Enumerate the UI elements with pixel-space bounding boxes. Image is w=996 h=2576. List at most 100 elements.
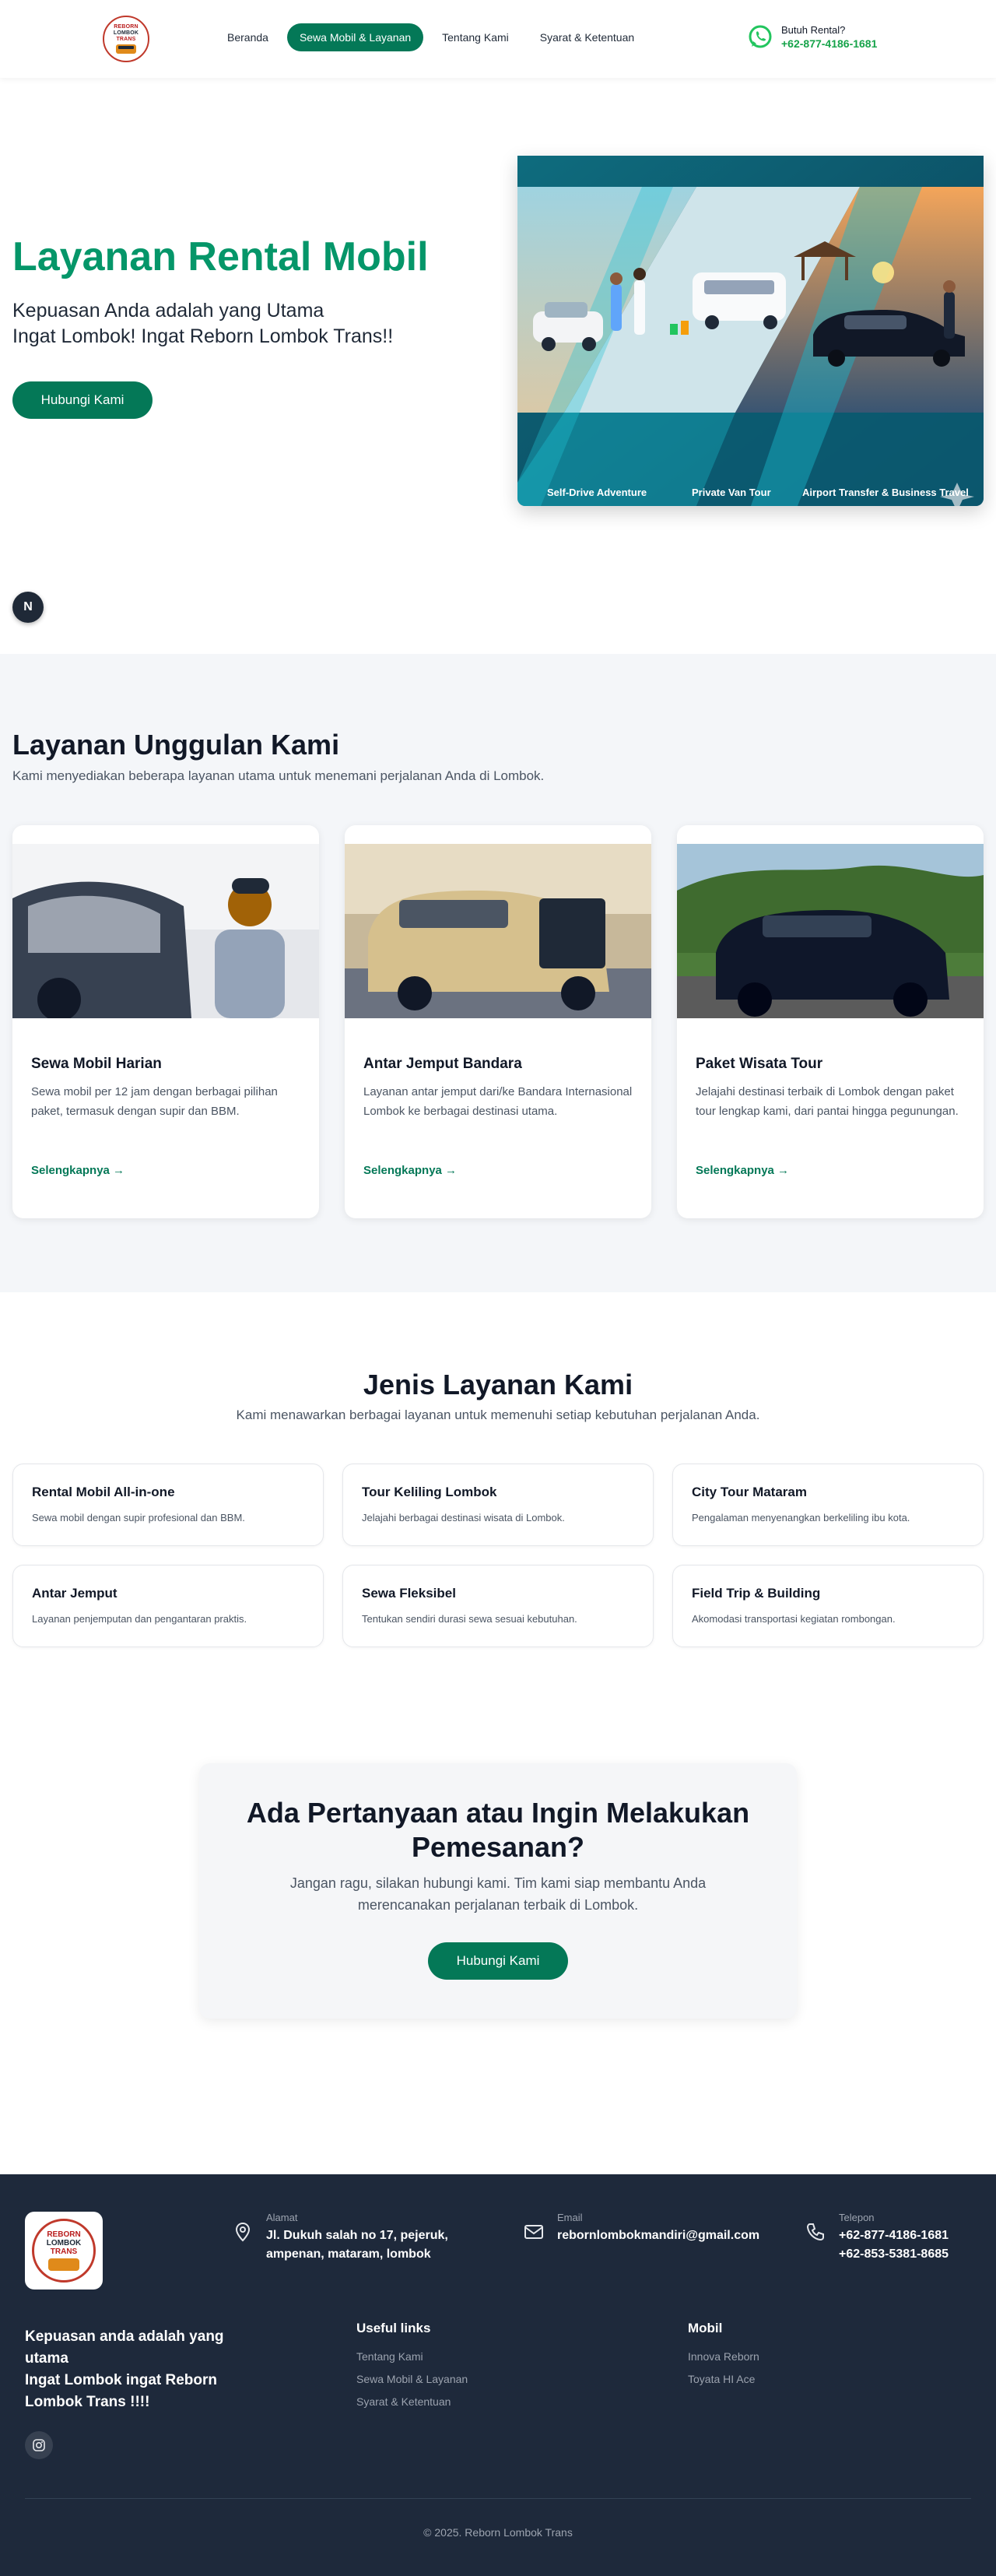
map-pin-icon	[235, 2222, 251, 2242]
footer-link-innova[interactable]: Innova Reborn	[688, 2350, 759, 2363]
logo-text-lombok: LOMBOK	[113, 30, 139, 36]
hero-subtitle: Kepuasan Anda adalah yang Utama Ingat Lo…	[12, 298, 393, 350]
address-label: Alamat	[266, 2212, 298, 2223]
footer-logo-badge: REBORN LOMBOK TRANS	[32, 2219, 96, 2283]
type-card-city-tour[interactable]: City Tour Mataram Pengalaman menyenangka…	[672, 1464, 984, 1546]
footer-link-hiace[interactable]: Toyata HI Ace	[688, 2373, 759, 2385]
footer-tagline-line4: Lombok Trans !!!!	[25, 2394, 150, 2410]
footer-email: Email rebornlombokmandiri@gmail.com	[523, 2212, 759, 2245]
cta-title-line1: Ada Pertanyaan atau Ingin Melakukan	[246, 1797, 750, 1829]
bus-icon	[116, 44, 136, 54]
type-card-desc: Pengalaman menyenangkan berkeliling ibu …	[692, 1512, 910, 1523]
address-line2: ampenan, mataram, lombok	[266, 2247, 431, 2261]
type-card-sewa-fleksibel[interactable]: Sewa Fleksibel Tentukan sendiri durasi s…	[342, 1565, 654, 1647]
types-subtitle: Kami menawarkan berbagai layanan untuk m…	[236, 1407, 760, 1422]
type-card-title: Tour Keliling Lombok	[362, 1485, 497, 1499]
logo-text-trans: TRANS	[50, 2247, 78, 2256]
banner-caption-private-van: Private Van Tour	[692, 487, 771, 498]
types-title: Jenis Layanan Kami	[363, 1369, 633, 1400]
nav-item-sewa-mobil-layanan[interactable]: Sewa Mobil & Layanan	[286, 23, 424, 51]
service-card-airport-transfer[interactable]: Antar Jemput Bandara Layanan antar jempu…	[345, 825, 651, 1218]
service-card-link[interactable]: Selengkapnya →	[696, 1164, 789, 1177]
whatsapp-icon	[749, 25, 772, 48]
service-types-section: Jenis Layanan Kami Kami menawarkan berba…	[0, 1292, 996, 1728]
footer-link-sewa-mobil[interactable]: Sewa Mobil & Layanan	[356, 2373, 468, 2385]
hero-banner-image: Self-Drive Adventure Private Van Tour Ai…	[517, 156, 984, 506]
contact-label: Butuh Rental?	[781, 23, 846, 36]
navbar: REBORN LOMBOK TRANS Beranda Sewa Mobil &…	[0, 0, 996, 78]
type-card-title: City Tour Mataram	[692, 1485, 807, 1499]
featured-services-section: Layanan Unggulan Kami Kami menyediakan b…	[0, 654, 996, 1292]
type-card-antar-jemput[interactable]: Antar Jemput Layanan penjemputan dan pen…	[12, 1565, 324, 1647]
instagram-button[interactable]	[25, 2431, 53, 2459]
phone-value-1[interactable]: +62-877-4186-1681	[839, 2226, 949, 2245]
footer-logo[interactable]: REBORN LOMBOK TRANS	[25, 2212, 103, 2290]
service-image-daily-rental	[12, 844, 319, 1018]
service-card-desc: Layanan antar jemput dari/ke Bandara Int…	[363, 1085, 633, 1118]
service-card-title: Paket Wisata Tour	[696, 1056, 823, 1072]
type-card-title: Rental Mobil All-in-one	[32, 1485, 175, 1499]
service-card-title: Antar Jemput Bandara	[363, 1056, 522, 1072]
type-card-all-in-one[interactable]: Rental Mobil All-in-one Sewa mobil denga…	[12, 1464, 324, 1546]
logo-text-reborn: REBORN	[114, 24, 139, 30]
banner-caption-airport-transfer: Airport Transfer & Business Travel	[802, 487, 969, 498]
nav-contact[interactable]: Butuh Rental? +62-877-4186-1681	[747, 23, 877, 50]
logo-text-lombok: LOMBOK	[46, 2239, 82, 2247]
logo-text-trans: TRANS	[116, 37, 136, 42]
service-card-desc: Sewa mobil per 12 jam dengan berbagai pi…	[31, 1085, 278, 1118]
type-card-field-trip[interactable]: Field Trip & Building Akomodasi transpor…	[672, 1565, 984, 1647]
email-value[interactable]: rebornlombokmandiri@gmail.com	[557, 2226, 759, 2245]
contact-phone[interactable]: +62-877-4186-1681	[781, 37, 877, 50]
service-card-link[interactable]: Selengkapnya →	[31, 1164, 124, 1177]
hero-title: Layanan Rental Mobil	[12, 234, 429, 279]
footer-tagline-line2: utama	[25, 2350, 68, 2367]
service-card-link[interactable]: Selengkapnya →	[363, 1164, 457, 1177]
nav-item-tentang-kami[interactable]: Tentang Kami	[430, 23, 521, 51]
footer-divider	[25, 2498, 971, 2499]
type-card-tour-keliling[interactable]: Tour Keliling Lombok Jelajahi berbagai d…	[342, 1464, 654, 1546]
footer-copyright: © 2025. Reborn Lombok Trans	[423, 2526, 573, 2539]
type-card-desc: Jelajahi berbagai destinasi wisata di Lo…	[362, 1512, 565, 1523]
type-card-title: Antar Jemput	[32, 1586, 117, 1601]
service-image-tour-package	[677, 844, 984, 1018]
services-title: Layanan Unggulan Kami	[12, 729, 340, 761]
hero-subtitle-line1: Kepuasan Anda adalah yang Utama	[12, 300, 324, 322]
useful-links-title: Useful links	[356, 2321, 431, 2335]
email-label: Email	[557, 2212, 583, 2223]
cta-contact-button[interactable]: Hubungi Kami	[428, 1942, 568, 1980]
phone-value-2[interactable]: +62-853-5381-8685	[839, 2245, 949, 2264]
footer-link-syarat[interactable]: Syarat & Ketentuan	[356, 2395, 468, 2408]
instagram-icon	[33, 2439, 45, 2451]
hero-contact-button[interactable]: Hubungi Kami	[12, 381, 153, 419]
address-line1: Jl. Dukuh salah no 17, pejeruk,	[266, 2229, 448, 2242]
footer: REBORN LOMBOK TRANS Alamat Jl. Dukuh sal…	[0, 2174, 996, 2576]
footer-link-tentang-kami[interactable]: Tentang Kami	[356, 2350, 468, 2363]
services-subtitle: Kami menyediakan beberapa layanan utama …	[12, 768, 545, 783]
brand-logo[interactable]: REBORN LOMBOK TRANS	[103, 16, 149, 62]
cta-title: Ada Pertanyaan atau Ingin Melakukan Peme…	[199, 1796, 797, 1864]
type-card-title: Sewa Fleksibel	[362, 1586, 456, 1601]
type-card-desc: Sewa mobil dengan supir profesional dan …	[32, 1512, 245, 1523]
hero-section: Layanan Rental Mobil Kepuasan Anda adala…	[0, 78, 996, 654]
nav-item-beranda[interactable]: Beranda	[215, 23, 281, 51]
service-card-title: Sewa Mobil Harian	[31, 1056, 162, 1072]
hero-subtitle-line2: Ingat Lombok! Ingat Reborn Lombok Trans!…	[12, 325, 394, 347]
service-image-airport-transfer	[345, 844, 651, 1018]
cta-title-line2: Pemesanan?	[411, 1831, 585, 1863]
type-card-desc: Layanan penjemputan dan pengantaran prak…	[32, 1613, 247, 1625]
type-card-desc: Akomodasi transportasi kegiatan rombonga…	[692, 1613, 896, 1625]
footer-tagline-line1: Kepuasan anda adalah yang	[25, 2328, 224, 2345]
nextjs-badge-icon[interactable]: N	[12, 592, 44, 623]
cta-text: Jangan ragu, silakan hubungi kami. Tim k…	[289, 1875, 707, 1913]
banner-artwork	[517, 156, 984, 506]
type-card-desc: Tentukan sendiri durasi sewa sesuai kebu…	[362, 1613, 577, 1625]
footer-tagline-line3: Ingat Lombok ingat Reborn	[25, 2372, 217, 2388]
footer-mobil-links: Mobil Innova Reborn Toyata HI Ace	[688, 2321, 759, 2395]
phone-label: Telepon	[839, 2212, 875, 2223]
service-card-daily-rental[interactable]: Sewa Mobil Harian Sewa mobil per 12 jam …	[12, 825, 319, 1218]
nav-item-syarat-ketentuan[interactable]: Syarat & Ketentuan	[528, 23, 647, 51]
footer-phone: Telepon +62-877-4186-1681 +62-853-5381-8…	[805, 2212, 949, 2264]
cta-card: Ada Pertanyaan atau Ingin Melakukan Peme…	[199, 1763, 797, 2019]
bus-icon	[48, 2258, 79, 2271]
service-card-tour-package[interactable]: Paket Wisata Tour Jelajahi destinasi ter…	[677, 825, 984, 1218]
